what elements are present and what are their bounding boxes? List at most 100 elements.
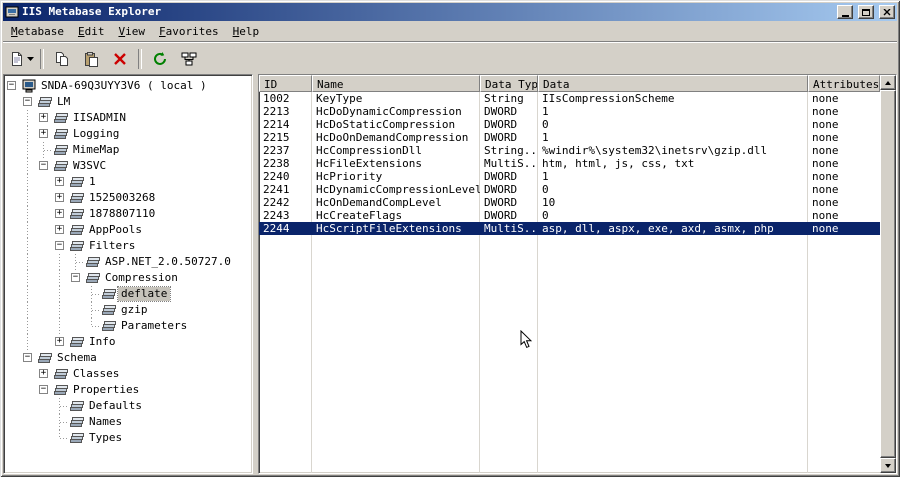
copy-button[interactable] [48,48,76,70]
tree-guide [4,414,20,430]
menu-item-help[interactable]: Help [226,23,267,40]
tree-item-apppools[interactable]: + AppPools [4,222,252,238]
tree-item-schema[interactable]: − Schema [4,350,252,366]
expand-icon[interactable]: + [55,209,64,218]
tree-item-label: Compression [105,271,178,284]
tree-item-parameters[interactable]: Parameters [4,318,252,334]
refresh-button[interactable] [146,48,174,70]
tree-item-logging[interactable]: + Logging [4,126,252,142]
cell-type: DWORD [484,118,518,131]
tree-item-properties[interactable]: − Properties [4,382,252,398]
expand-icon[interactable]: + [55,177,64,186]
new-page-icon [9,51,25,67]
tree-guide [52,286,68,302]
table-row[interactable]: 2215 HcDoOnDemandCompression DWORD 1 none [259,131,880,144]
collapse-icon[interactable]: − [39,161,48,170]
tree-item-label: Names [89,415,123,428]
tree-item-1878807110[interactable]: +1878807110 [4,206,252,222]
collapse-icon[interactable]: − [23,97,32,106]
scrollbar-thumb[interactable] [880,90,896,458]
menu-item-view[interactable]: View [111,23,152,40]
collapse-icon[interactable]: − [55,241,64,250]
expand-icon[interactable]: + [55,225,64,234]
tree-item-names[interactable]: Names [4,414,252,430]
expander-cell: − [36,158,52,174]
close-icon [883,8,891,15]
table-row[interactable]: 2244 HcScriptFileExtensions MultiS... asp, … [259,222,880,235]
tree-item-label: deflate [116,286,172,302]
table-row[interactable]: 1002 KeyType String IIsCompressionScheme non… [259,92,880,105]
menu-item-edit[interactable]: Edit [71,23,112,40]
cell-type: DWORD [484,183,518,196]
tree-guide [4,110,20,126]
expander-cell: − [36,382,52,398]
paste-button[interactable] [77,48,105,70]
table-row[interactable]: 2243 HcCreateFlags DWORD 0 none [259,209,880,222]
table-row[interactable]: 2213 HcDoDynamicCompression DWORD 1 none [259,105,880,118]
cell-id: 2215 [263,131,290,144]
column-header-attributes[interactable]: Attributes [808,75,880,92]
vertical-scrollbar[interactable] [880,75,896,473]
connect-button[interactable] [175,48,203,70]
menu-item-metabase[interactable]: Metabase [4,23,71,40]
tree-item-1525003268[interactable]: +1525003268 [4,190,252,206]
tree-item-types[interactable]: Types [4,430,252,446]
table-row[interactable]: 2237 HcCompressionDll String... %windir%\sy… [259,144,880,157]
tree-guide [36,302,52,318]
column-header-name[interactable]: Name [312,75,480,92]
column-header-id[interactable]: ID [259,75,312,92]
table-row[interactable]: 2240 HcPriority DWORD 1 none [259,170,880,183]
table-row[interactable]: 2238 HcFileExtensions MultiS... htm, html, … [259,157,880,170]
collapse-icon[interactable]: − [71,273,80,282]
tree-item-gzip[interactable]: gzip [4,302,252,318]
tree-guide [36,286,52,302]
minimize-button[interactable] [837,5,853,19]
expand-icon[interactable]: + [39,113,48,122]
table-body[interactable]: 1002 KeyType String IIsCompressionScheme non… [259,92,880,473]
tree-item-deflate[interactable]: deflate [4,286,252,302]
metabase-key-icon [68,335,86,349]
tree-item-mimemap[interactable]: MimeMap [4,142,252,158]
scrollbar-up-button[interactable] [880,75,896,90]
table-row[interactable]: 2241 HcDynamicCompressionLevel DWORD 0 none [259,183,880,196]
table-row[interactable]: 2242 HcOnDemandCompLevel DWORD 10 none [259,196,880,209]
tree-item-asp-net-2-0-50727-0[interactable]: ASP.NET_2.0.50727.0 [4,254,252,270]
expand-icon[interactable]: + [39,129,48,138]
tree-guide [4,174,20,190]
expand-icon[interactable]: + [39,369,48,378]
column-header-data[interactable]: Data [538,75,808,92]
cell-id: 2240 [263,170,290,183]
cell-type: DWORD [484,209,518,222]
tree-item-w3svc[interactable]: − W3SVC [4,158,252,174]
maximize-button[interactable] [858,5,874,19]
new-key-button[interactable] [7,48,36,70]
tree-item-info[interactable]: + Info [4,334,252,350]
collapse-icon[interactable]: − [7,81,16,90]
dropdown-arrow-icon[interactable] [27,56,34,61]
expander-cell: − [4,78,20,94]
tree-guide [36,398,52,414]
tree-item-iisadmin[interactable]: + IISADMIN [4,110,252,126]
tree-item-lm[interactable]: − LM [4,94,252,110]
expand-icon[interactable]: + [55,337,64,346]
title-bar[interactable]: IIS Metabase Explorer [3,3,897,21]
tree-guide [20,222,36,238]
cell-name: HcCompressionDll [316,144,422,157]
collapse-icon[interactable]: − [23,353,32,362]
tree-item-defaults[interactable]: Defaults [4,398,252,414]
tree-item-filters[interactable]: − Filters [4,238,252,254]
menu-item-favorites[interactable]: Favorites [152,23,226,40]
expand-icon[interactable]: + [55,193,64,202]
scrollbar-down-button[interactable] [880,458,896,473]
collapse-icon[interactable]: − [39,385,48,394]
close-button[interactable] [879,5,895,19]
delete-button[interactable] [106,48,134,70]
tree-item-classes[interactable]: + Classes [4,366,252,382]
expander-cell: − [68,270,84,286]
tree-item-compression[interactable]: − Compression [4,270,252,286]
tree-item-1[interactable]: +1 [4,174,252,190]
cell-id: 2213 [263,105,290,118]
table-row[interactable]: 2214 HcDoStaticCompression DWORD 0 none [259,118,880,131]
column-header-data-type[interactable]: Data Type [480,75,538,92]
tree-item-snda-69q3uyy3v6-local[interactable]: − SNDA-69Q3UYY3V6 ( local ) [4,78,252,94]
